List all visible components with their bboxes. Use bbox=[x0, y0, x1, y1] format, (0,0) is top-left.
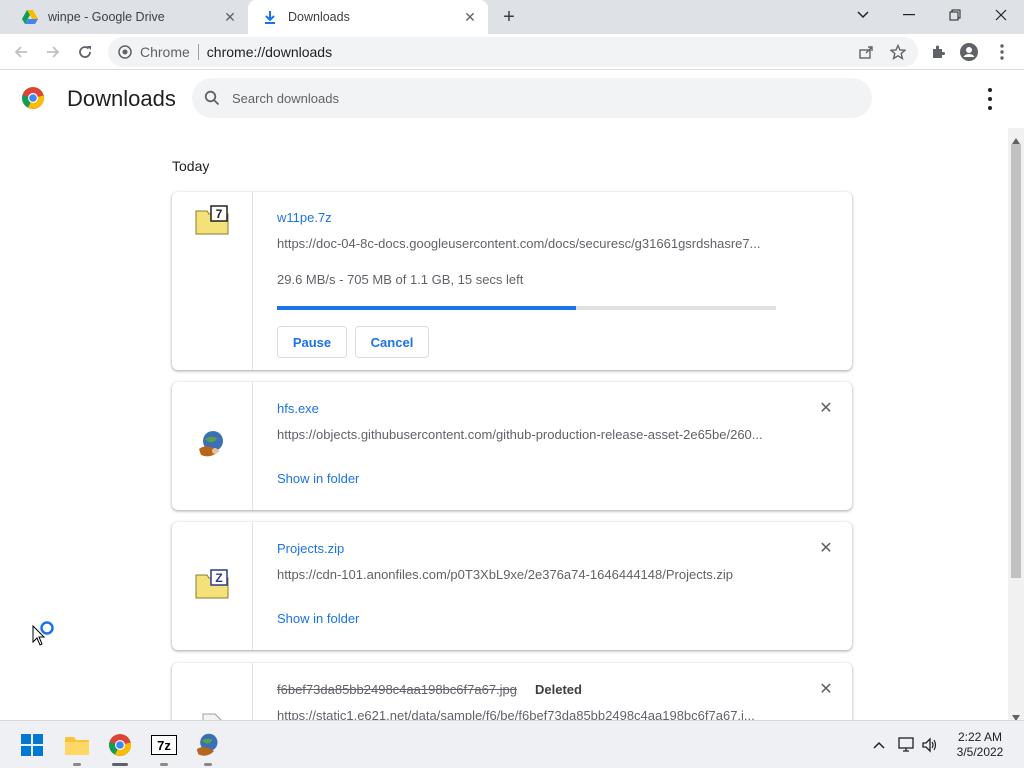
google-drive-icon bbox=[22, 9, 38, 25]
chrome-site-icon bbox=[118, 45, 132, 59]
address-bar[interactable]: Chrome chrome://downloads bbox=[108, 37, 918, 67]
7zip-icon[interactable]: 7z bbox=[148, 729, 180, 766]
download-item: Z Projects.zip ✕ https://cdn-101.anonfil… bbox=[172, 522, 852, 650]
zip-archive-icon: Z bbox=[195, 568, 229, 604]
forward-button[interactable] bbox=[40, 39, 66, 65]
tab-strip: winpe - Google Drive ✕ Downloads ✕ + bbox=[0, 0, 1024, 34]
volume-icon[interactable] bbox=[920, 735, 940, 755]
running-indicator bbox=[112, 763, 128, 766]
running-indicator bbox=[204, 763, 212, 766]
clock-time: 2:22 AM bbox=[957, 730, 1003, 744]
new-tab-button[interactable]: + bbox=[498, 6, 520, 28]
file-name-link[interactable]: hfs.exe bbox=[277, 401, 319, 416]
page-title: Downloads bbox=[67, 86, 176, 111]
svg-text:7: 7 bbox=[216, 207, 223, 221]
svg-text:Z: Z bbox=[215, 571, 222, 585]
source-url[interactable]: https://objects.githubusercontent.com/gi… bbox=[277, 427, 777, 442]
browser-toolbar: Chrome chrome://downloads bbox=[0, 34, 1024, 70]
tab-title: Downloads bbox=[288, 10, 350, 24]
download-item: f6bef73da85bb2498c4aa198bc6f7a67.jpg Del… bbox=[172, 663, 852, 720]
network-icon[interactable] bbox=[897, 735, 917, 755]
site-label: Chrome bbox=[140, 44, 190, 60]
busy-cursor-icon bbox=[32, 620, 56, 653]
remove-from-list-icon[interactable]: ✕ bbox=[816, 538, 836, 558]
extensions-icon[interactable] bbox=[927, 41, 949, 63]
pause-button[interactable]: Pause bbox=[277, 326, 347, 358]
show-in-folder-link[interactable]: Show in folder bbox=[277, 471, 359, 486]
chrome-logo-icon bbox=[21, 86, 45, 115]
download-item: 7 w11pe.7z https://doc-04-8c-docs.google… bbox=[172, 192, 852, 370]
close-tab-icon[interactable]: ✕ bbox=[460, 7, 480, 27]
running-indicator bbox=[160, 763, 168, 766]
hfs-icon[interactable] bbox=[192, 729, 224, 766]
image-file-icon bbox=[202, 713, 222, 720]
download-icon bbox=[262, 9, 278, 25]
scrollbar-thumb[interactable] bbox=[1011, 144, 1021, 578]
search-box[interactable] bbox=[192, 78, 872, 118]
download-item: hfs.exe ✕ https://objects.githubusercont… bbox=[172, 382, 852, 510]
bookmark-star-icon[interactable] bbox=[887, 41, 909, 63]
chrome-menu-icon[interactable] bbox=[991, 41, 1013, 63]
svg-text:7z: 7z bbox=[157, 738, 171, 753]
search-icon bbox=[204, 90, 220, 106]
remove-from-list-icon[interactable]: ✕ bbox=[816, 679, 836, 699]
file-name-link[interactable]: w11pe.7z bbox=[277, 210, 332, 225]
cancel-button[interactable]: Cancel bbox=[355, 326, 429, 358]
source-url[interactable]: https://static1.e621.net/data/sample/f6/… bbox=[277, 708, 777, 720]
restore-button[interactable] bbox=[932, 0, 978, 30]
system-clock[interactable]: 2:22 AM 3/5/2022 bbox=[948, 730, 1012, 760]
tab-search-chevron-icon[interactable] bbox=[840, 0, 886, 30]
downloads-list: Today 7 w11pe.7z https://doc-04-8c-docs.… bbox=[0, 128, 1008, 720]
section-date-heading: Today bbox=[172, 158, 210, 174]
page-scrollbar[interactable] bbox=[1008, 128, 1024, 721]
file-icon-column bbox=[172, 663, 253, 720]
file-name-link[interactable]: Projects.zip bbox=[277, 541, 344, 556]
reload-button[interactable] bbox=[72, 39, 98, 65]
file-name: f6bef73da85bb2498c4aa198bc6f7a67.jpg bbox=[277, 682, 518, 697]
taskbar: 7z 2:22 AM 3/5/2022 bbox=[0, 720, 1024, 768]
deleted-label: Deleted bbox=[535, 682, 582, 697]
profile-avatar-icon[interactable] bbox=[958, 41, 980, 63]
omnibox-separator bbox=[197, 44, 199, 60]
source-url[interactable]: https://cdn-101.anonfiles.com/p0T3XbL9xe… bbox=[277, 567, 777, 582]
close-tab-icon[interactable]: ✕ bbox=[220, 7, 240, 27]
running-indicator bbox=[73, 763, 81, 766]
chrome-icon[interactable] bbox=[104, 729, 136, 766]
source-url[interactable]: https://doc-04-8c-docs.googleusercontent… bbox=[277, 236, 777, 251]
file-icon-column: Z bbox=[172, 522, 253, 650]
windows-start-icon[interactable] bbox=[16, 729, 48, 761]
close-window-button[interactable] bbox=[978, 0, 1024, 30]
file-icon-column: 7 bbox=[172, 192, 253, 370]
show-in-folder-link[interactable]: Show in folder bbox=[277, 611, 359, 626]
show-hidden-icons-chevron-icon[interactable] bbox=[869, 735, 889, 755]
file-icon-column bbox=[172, 382, 253, 510]
remove-from-list-icon[interactable]: ✕ bbox=[816, 398, 836, 418]
progress-bar bbox=[277, 306, 776, 310]
7zip-archive-icon: 7 bbox=[195, 204, 229, 240]
tab-downloads[interactable]: Downloads ✕ bbox=[248, 0, 488, 34]
downloads-header: Downloads bbox=[0, 70, 1024, 128]
file-explorer-icon[interactable] bbox=[61, 729, 93, 766]
search-input[interactable] bbox=[232, 90, 832, 106]
share-icon[interactable] bbox=[855, 41, 877, 63]
tab-google-drive[interactable]: winpe - Google Drive ✕ bbox=[8, 0, 248, 34]
minimize-button[interactable] bbox=[886, 0, 932, 30]
progress-fill bbox=[277, 306, 577, 310]
tab-title: winpe - Google Drive bbox=[48, 10, 165, 24]
back-button[interactable] bbox=[8, 39, 34, 65]
clock-date: 3/5/2022 bbox=[956, 745, 1004, 759]
url-text[interactable]: chrome://downloads bbox=[207, 44, 332, 60]
downloads-menu-icon[interactable] bbox=[980, 88, 1000, 110]
download-status: 29.6 MB/s - 705 MB of 1.1 GB, 15 secs le… bbox=[277, 272, 524, 287]
hfs-app-icon bbox=[197, 429, 227, 464]
